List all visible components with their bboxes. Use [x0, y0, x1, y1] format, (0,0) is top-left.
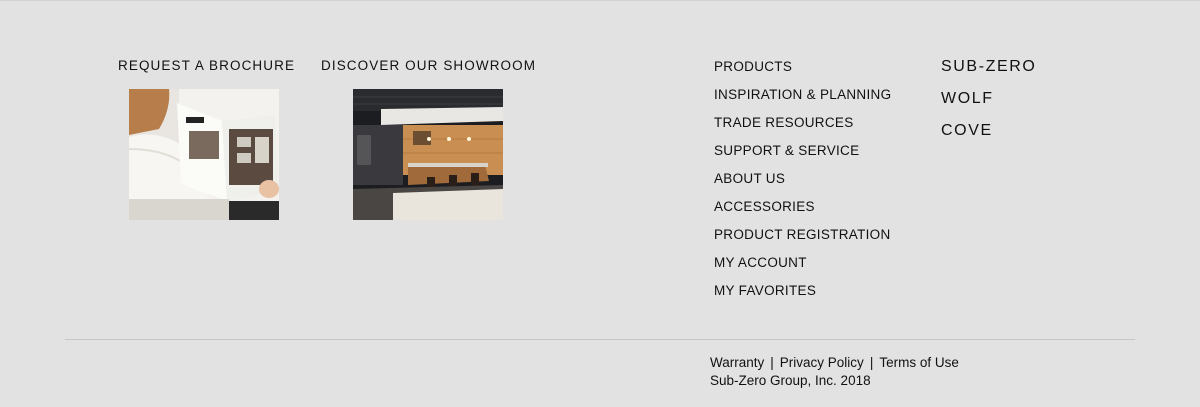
brochure-promo: REQUEST A BROCHURE — [118, 58, 294, 220]
brochure-photo — [129, 89, 279, 220]
brochure-image[interactable] — [129, 89, 279, 220]
brand-item: COVE — [941, 122, 1036, 154]
nav-link-my-account[interactable]: MY ACCOUNT — [714, 255, 807, 270]
discover-showroom-link[interactable]: DISCOVER OUR SHOWROOM — [321, 58, 536, 74]
nav-item: ACCESSORIES — [714, 198, 891, 226]
nav-link-about-us[interactable]: ABOUT US — [714, 171, 785, 186]
legal-block: Warranty | Privacy Policy | Terms of Use Sub… — [710, 354, 959, 390]
showroom-promo: DISCOVER OUR SHOWROOM — [321, 58, 536, 220]
nav-item: ABOUT US — [714, 170, 891, 198]
brand-link-cove[interactable]: COVE — [941, 122, 993, 139]
nav-item: MY FAVORITES — [714, 282, 891, 310]
legal-links: Warranty | Privacy Policy | Terms of Use — [710, 354, 959, 372]
copyright-text: Sub-Zero Group, Inc. 2018 — [710, 373, 871, 388]
nav-item: TRADE RESOURCES — [714, 114, 891, 142]
nav-link-support-service[interactable]: SUPPORT & SERVICE — [714, 143, 859, 158]
warranty-link[interactable]: Warranty — [710, 355, 764, 370]
footer-nav: PRODUCTS INSPIRATION & PLANNING TRADE RE… — [714, 58, 891, 310]
nav-link-trade-resources[interactable]: TRADE RESOURCES — [714, 115, 854, 130]
nav-link-inspiration-planning[interactable]: INSPIRATION & PLANNING — [714, 87, 891, 102]
brand-item: WOLF — [941, 90, 1036, 122]
showroom-image[interactable] — [353, 89, 503, 220]
brand-link-sub-zero[interactable]: SUB-ZERO — [941, 58, 1036, 75]
legal-separator: | — [869, 355, 874, 370]
nav-item: INSPIRATION & PLANNING — [714, 86, 891, 114]
legal-separator: | — [770, 355, 774, 370]
nav-item: PRODUCT REGISTRATION — [714, 226, 891, 254]
brand-nav: SUB-ZERO WOLF COVE — [941, 58, 1036, 154]
nav-link-accessories[interactable]: ACCESSORIES — [714, 199, 815, 214]
nav-item: MY ACCOUNT — [714, 254, 891, 282]
showroom-photo — [353, 89, 503, 220]
brand-link-wolf[interactable]: WOLF — [941, 90, 994, 107]
privacy-policy-link[interactable]: Privacy Policy — [780, 355, 864, 370]
nav-link-my-favorites[interactable]: MY FAVORITES — [714, 283, 816, 298]
brand-item: SUB-ZERO — [941, 58, 1036, 90]
nav-item: PRODUCTS — [714, 58, 891, 86]
request-brochure-link[interactable]: REQUEST A BROCHURE — [118, 58, 294, 74]
nav-item: SUPPORT & SERVICE — [714, 142, 891, 170]
top-border — [0, 0, 1200, 1]
nav-link-products[interactable]: PRODUCTS — [714, 59, 792, 74]
footer-divider — [65, 339, 1135, 340]
terms-of-use-link[interactable]: Terms of Use — [879, 355, 959, 370]
nav-link-product-registration[interactable]: PRODUCT REGISTRATION — [714, 227, 891, 242]
